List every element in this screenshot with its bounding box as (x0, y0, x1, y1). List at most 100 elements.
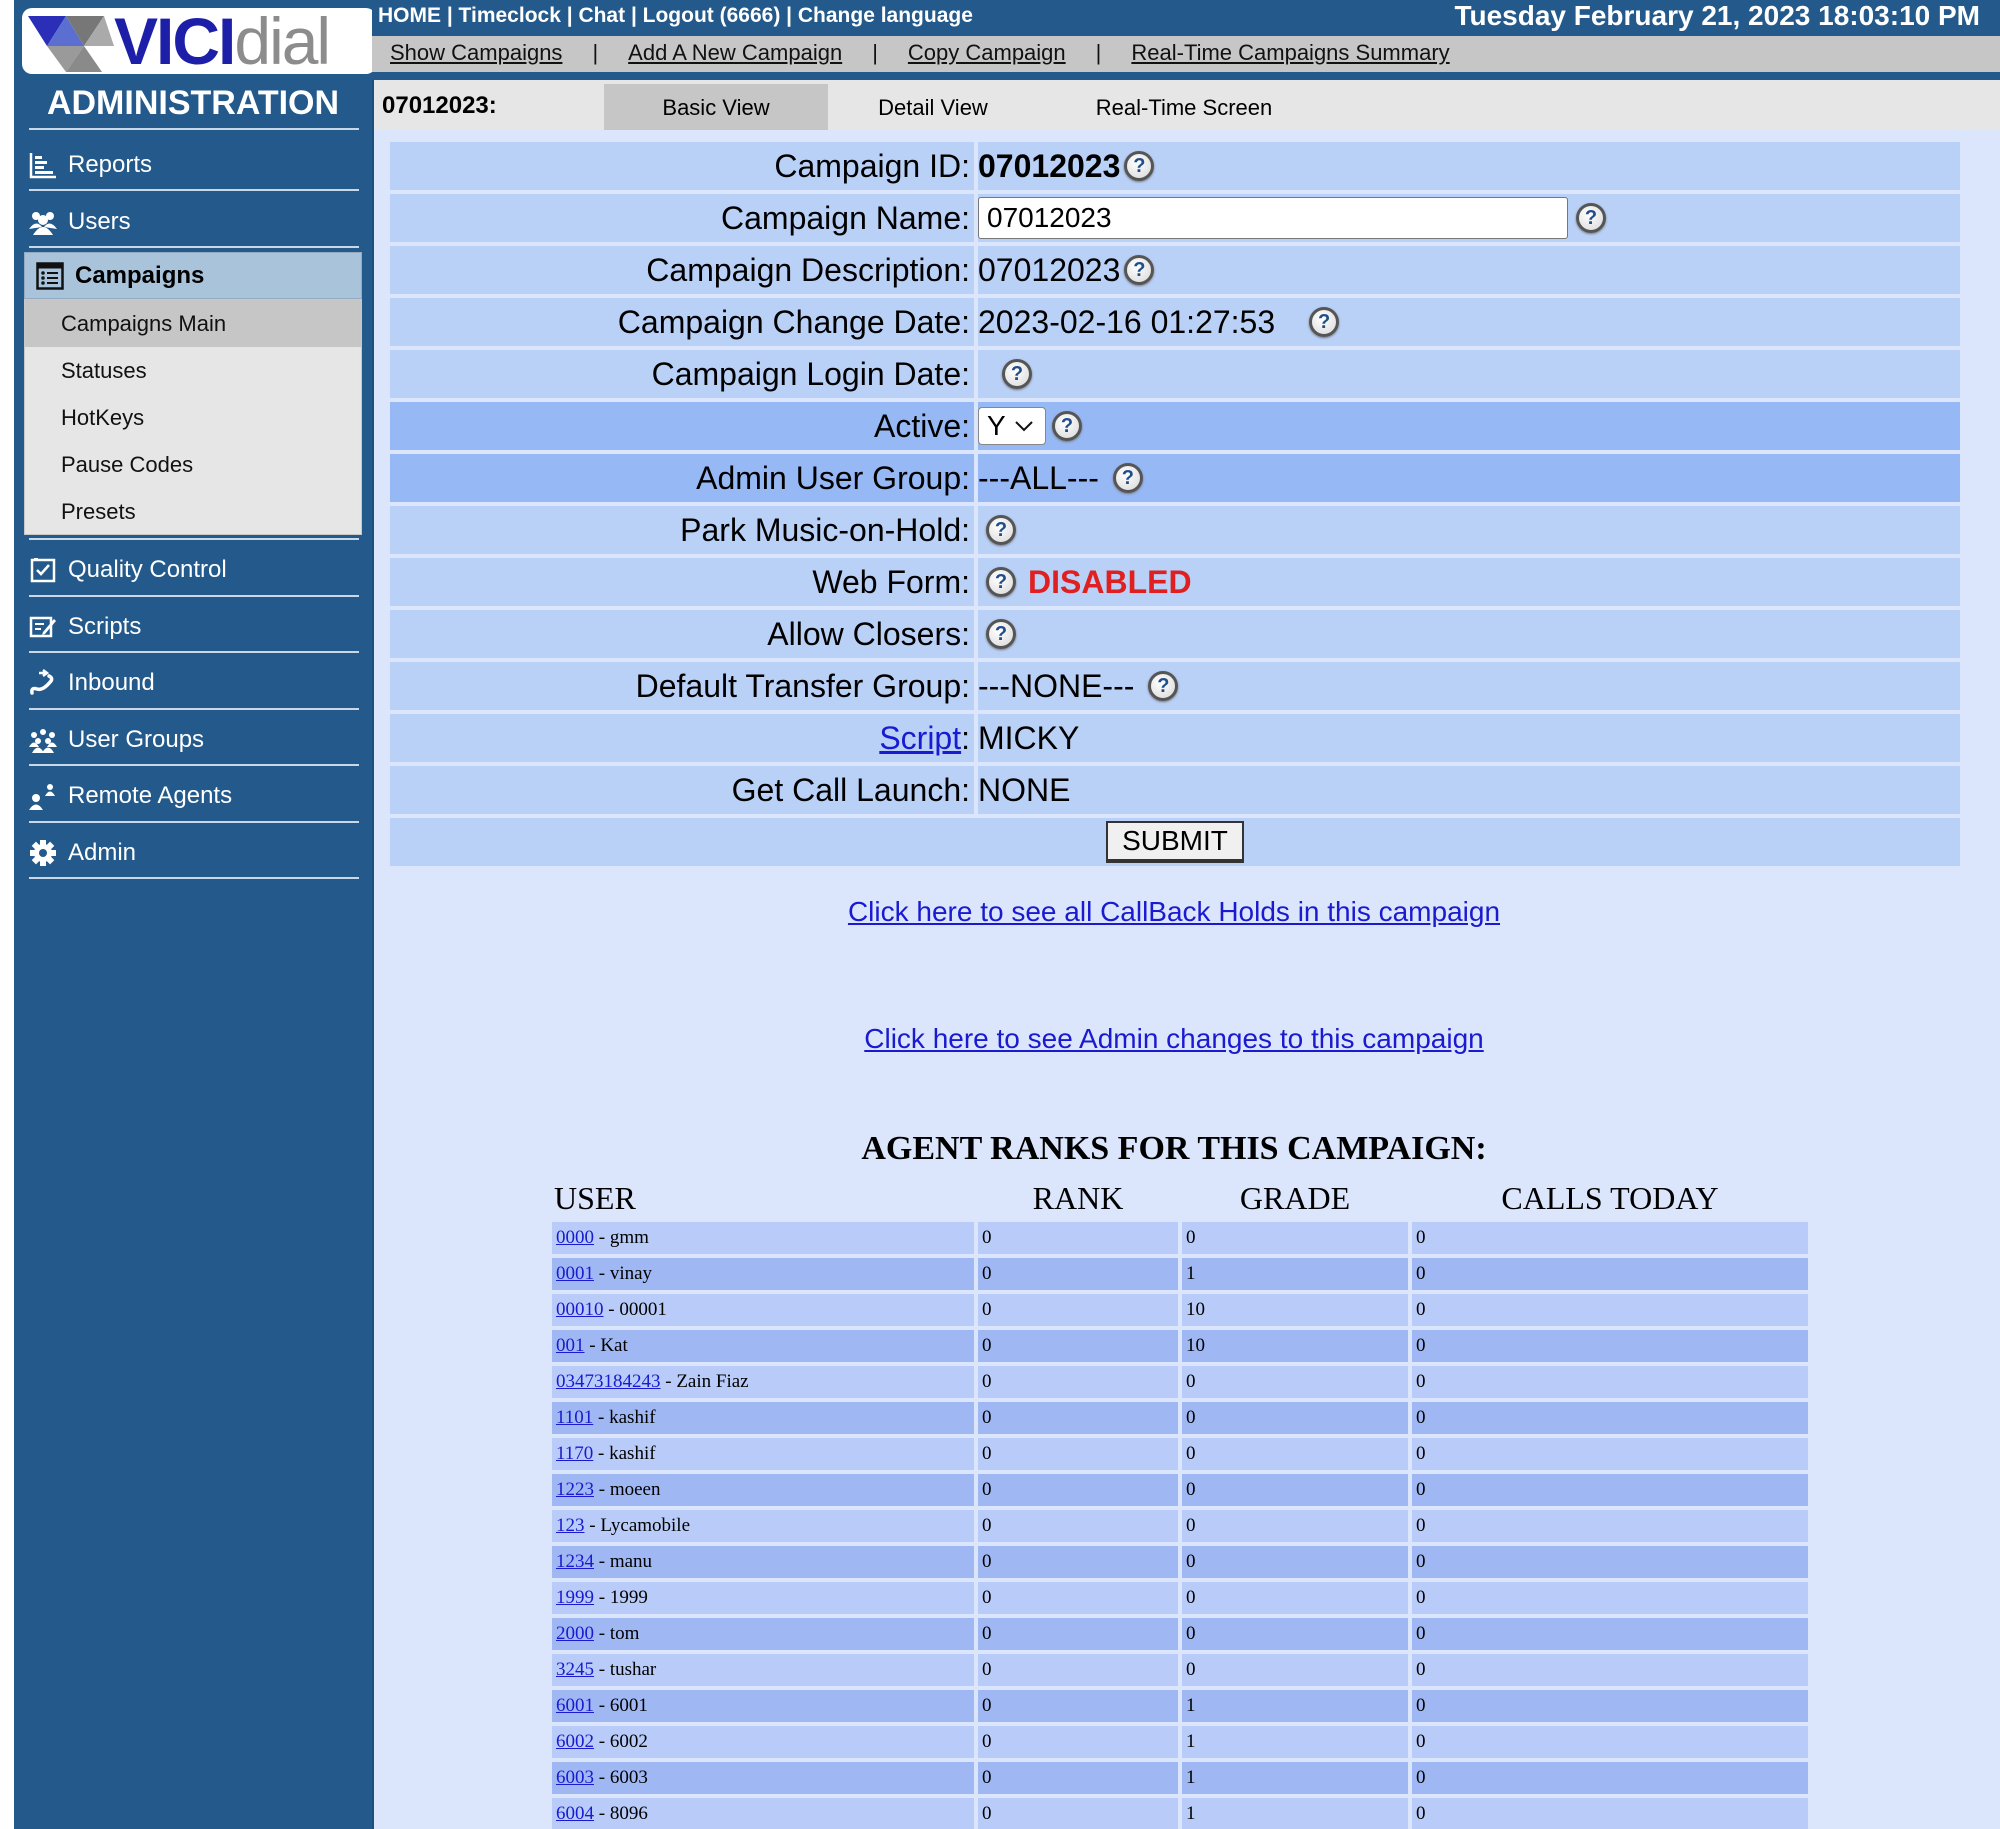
calls-today-cell: 0 (1412, 1366, 1808, 1398)
calls-today-cell: 0 (1412, 1402, 1808, 1434)
sidebar-item-label: Inbound (68, 669, 155, 696)
realtime-campaigns-summary-link[interactable]: Real-Time Campaigns Summary (1131, 40, 1449, 66)
user-id-link[interactable]: 0001 (556, 1263, 594, 1284)
calls-today-cell: 0 (1412, 1762, 1808, 1794)
divider (29, 877, 359, 879)
campaign-login-date-row: Campaign Login Date: ? (390, 350, 1960, 398)
user-id-link[interactable]: 123 (556, 1515, 585, 1536)
grade-cell: 1 (1182, 1690, 1408, 1722)
help-icon[interactable]: ? (986, 567, 1016, 597)
submenu-campaigns-main[interactable]: Campaigns Main (25, 300, 361, 347)
user-id-link[interactable]: 1170 (556, 1443, 593, 1464)
user-cell: 6004 - 8096 (552, 1798, 974, 1829)
campaign-name-input[interactable] (978, 197, 1568, 239)
add-new-campaign-link[interactable]: Add A New Campaign (628, 40, 842, 66)
user-id-link[interactable]: 6003 (556, 1767, 594, 1788)
column-header-user: USER (554, 1179, 636, 1216)
user-name: - Zain Fiaz (660, 1371, 749, 1392)
user-id-link[interactable]: 001 (556, 1335, 585, 1356)
sidebar-item-campaigns[interactable]: Campaigns (24, 252, 362, 299)
rank-cell: 0 (978, 1546, 1178, 1578)
user-cell: 123 - Lycamobile (552, 1510, 974, 1542)
field-label: Campaign Login Date: (390, 350, 974, 398)
table-row: 0001 - vinay 0 1 0 (552, 1258, 1808, 1290)
calls-today-cell: 0 (1412, 1582, 1808, 1614)
sidebar-item-remote-agents[interactable]: Remote Agents (14, 768, 372, 824)
submenu-statuses[interactable]: Statuses (25, 347, 361, 394)
help-icon[interactable]: ? (1148, 671, 1179, 701)
grade-cell: 1 (1182, 1258, 1408, 1290)
user-cell: 1234 - manu (552, 1546, 974, 1578)
vicidial-logo[interactable]: VICIdial (22, 8, 376, 74)
user-id-link[interactable]: 3245 (556, 1659, 594, 1680)
user-id-link[interactable]: 0000 (556, 1227, 594, 1248)
tab-basic-view[interactable]: Basic View (604, 84, 828, 130)
field-label: Active: (390, 402, 974, 450)
submenu-presets[interactable]: Presets (25, 488, 361, 535)
tab-realtime-screen[interactable]: Real-Time Screen (1064, 84, 1304, 130)
table-row: 1999 - 1999 0 0 0 (552, 1582, 1808, 1614)
help-icon[interactable]: ? (986, 619, 1016, 649)
help-icon[interactable]: ? (1002, 359, 1032, 389)
bar-chart-icon (28, 150, 58, 180)
copy-campaign-link[interactable]: Copy Campaign (908, 40, 1066, 66)
user-id-link[interactable]: 6001 (556, 1695, 594, 1716)
callback-holds-link[interactable]: Click here to see all CallBack Holds in … (848, 896, 1500, 927)
divider (29, 651, 359, 653)
sidebar-item-scripts[interactable]: Scripts (14, 599, 372, 655)
sidebar-item-quality-control[interactable]: Quality Control (14, 542, 372, 598)
help-icon[interactable]: ? (1576, 203, 1606, 233)
current-datetime: Tuesday February 21, 2023 18:03:10 PM (1454, 0, 1980, 31)
user-name: - Kat (584, 1335, 628, 1356)
sidebar-item-admin[interactable]: Admin (14, 825, 372, 881)
user-id-link[interactable]: 03473184243 (556, 1371, 661, 1392)
web-form-row: Web Form: ? DISABLED (390, 558, 1960, 606)
submit-button[interactable]: SUBMIT (1106, 821, 1244, 863)
agent-ranks-table: USER RANK GRADE CALLS TODAY 0000 - gmm 0 0… (548, 1174, 1812, 1829)
sidebar-item-users[interactable]: Users (14, 194, 372, 250)
submenu-hotkeys[interactable]: HotKeys (25, 394, 361, 441)
calls-today-cell: 0 (1412, 1510, 1808, 1542)
sidebar-item-user-groups[interactable]: User Groups (14, 712, 372, 768)
sidebar-item-label: Quality Control (68, 556, 227, 583)
user-cell: 03473184243 - Zain Fiaz (552, 1366, 974, 1398)
help-icon[interactable]: ? (1309, 307, 1340, 337)
active-select[interactable]: Y (978, 407, 1046, 445)
logout-link[interactable]: Logout (6666) (643, 4, 781, 27)
chat-link[interactable]: Chat (578, 4, 625, 27)
help-icon[interactable]: ? (1112, 463, 1143, 493)
user-id-link[interactable]: 1101 (556, 1407, 593, 1428)
sidebar-item-inbound[interactable]: Inbound (14, 655, 372, 711)
column-header-calls-today: CALLS TODAY (1501, 1179, 1719, 1216)
list-icon (35, 261, 65, 291)
sidebar-item-label: User Groups (68, 726, 205, 753)
user-id-link[interactable]: 00010 (556, 1299, 604, 1320)
show-campaigns-link[interactable]: Show Campaigns (390, 40, 562, 66)
user-id-link[interactable]: 1234 (556, 1551, 594, 1572)
help-icon[interactable]: ? (986, 515, 1016, 545)
user-id-link[interactable]: 1999 (556, 1587, 594, 1608)
calls-today-cell: 0 (1412, 1798, 1808, 1829)
calls-today-cell: 0 (1412, 1438, 1808, 1470)
user-id-link[interactable]: 6002 (556, 1731, 594, 1752)
tab-detail-view[interactable]: Detail View (838, 84, 1028, 130)
help-icon[interactable]: ? (1124, 255, 1155, 285)
help-icon[interactable]: ? (1052, 411, 1082, 441)
column-header-rank: RANK (1032, 1179, 1124, 1216)
table-row: 2000 - tom 0 0 0 (552, 1618, 1808, 1650)
script-value: MICKY (978, 720, 1080, 756)
timeclock-link[interactable]: Timeclock (459, 4, 561, 27)
sidebar-item-reports[interactable]: Reports (14, 137, 372, 193)
active-row: Active: Y ? (390, 402, 1960, 450)
admin-changes-link[interactable]: Click here to see Admin changes to this … (864, 1023, 1483, 1054)
script-link[interactable]: Script (879, 720, 961, 756)
home-link[interactable]: HOME (378, 4, 441, 27)
table-row: 3245 - tushar 0 0 0 (552, 1654, 1808, 1686)
user-id-link[interactable]: 1223 (556, 1479, 594, 1500)
user-id-link[interactable]: 2000 (556, 1623, 594, 1644)
user-id-link[interactable]: 6004 (556, 1803, 594, 1824)
submenu-pause-codes[interactable]: Pause Codes (25, 441, 361, 488)
user-cell: 6002 - 6002 (552, 1726, 974, 1758)
help-icon[interactable]: ? (1124, 151, 1155, 181)
change-language-link[interactable]: Change language (798, 4, 973, 27)
